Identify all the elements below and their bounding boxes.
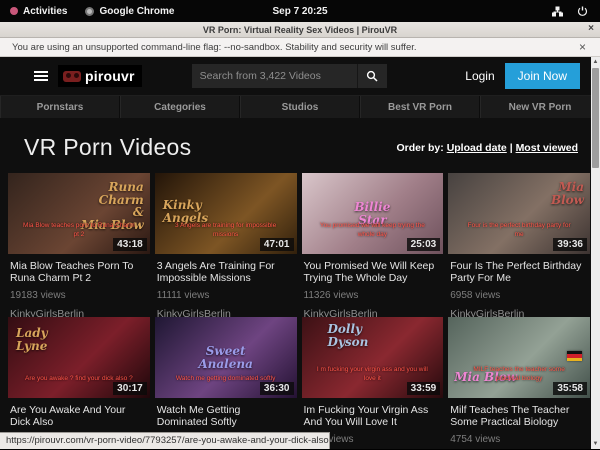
status-url-bubble: https://pirouvr.com/vr-porn-video/779325… <box>0 432 330 449</box>
site-logo[interactable]: pirouvr <box>58 65 142 87</box>
video-card: Lady Lyne Are you awake ? find your dick… <box>8 317 150 449</box>
video-title-link[interactable]: Milf Teaches The Teacher Some Practical … <box>450 404 586 429</box>
search-bar <box>192 64 387 88</box>
join-now-button[interactable]: Join Now <box>505 63 580 89</box>
duration-badge: 47:01 <box>260 238 294 251</box>
thumbnail-overlay-name: Mia Blow <box>551 181 584 206</box>
thumbnail-caption: MILF teaches the teacher some practical … <box>448 366 590 383</box>
nav-item-best-vr-porn[interactable]: Best VR Porn <box>360 96 480 118</box>
thumbnail-caption: 3 Angels are training for impossible mis… <box>155 222 297 239</box>
duration-badge: 25:03 <box>407 238 441 251</box>
login-link[interactable]: Login <box>465 69 494 83</box>
vr-goggles-icon <box>63 71 81 82</box>
nav-item-new-vr-porn[interactable]: New VR Porn <box>480 96 600 118</box>
thumbnail-caption: You promised we will keep trying the who… <box>302 222 444 239</box>
video-views: 4754 views <box>450 434 586 445</box>
video-thumbnail[interactable]: Billie Star You promised we will keep tr… <box>302 173 444 254</box>
thumbnail-overlay-name: Sweet Analena <box>155 345 297 370</box>
video-title-link[interactable]: Watch Me Getting Dominated Softly <box>157 404 293 429</box>
video-thumbnail[interactable]: Runa Charm & Mia Blow Mia Blow teaches p… <box>8 173 150 254</box>
scroll-down-icon[interactable]: ▼ <box>593 439 599 449</box>
order-by: Order by: Upload date | Most viewed <box>397 142 579 154</box>
site-logo-text: pirouvr <box>85 68 135 84</box>
window-close-icon[interactable]: × <box>588 23 594 34</box>
duration-badge: 35:58 <box>553 382 587 395</box>
thumbnail-caption: Mia Blow teaches porn to Runa Charm pt 2 <box>8 222 150 239</box>
video-card: Billie Star You promised we will keep tr… <box>302 173 444 317</box>
activities-icon <box>10 7 18 15</box>
activities-label: Activities <box>23 6 67 17</box>
video-card: Mia Blow Four is the perfect birthday pa… <box>448 173 590 317</box>
nav-item-studios[interactable]: Studios <box>240 96 360 118</box>
clock[interactable]: Sep 7 20:25 <box>200 6 400 17</box>
activities-button[interactable]: Activities <box>10 6 67 17</box>
search-input[interactable] <box>192 64 357 88</box>
warning-infobar: You are using an unsupported command-lin… <box>0 38 600 57</box>
window-title: VR Porn: Virtual Reality Sex Videos | Pi… <box>0 25 600 35</box>
video-views: 19183 views <box>10 290 146 301</box>
main-nav: Pornstars Categories Studios Best VR Por… <box>0 95 600 118</box>
video-thumbnail[interactable]: Dolly Dyson I m fucking your virgin ass … <box>302 317 444 398</box>
page-title: VR Porn Videos <box>24 134 191 161</box>
power-icon[interactable] <box>577 6 588 17</box>
video-thumbnail[interactable]: Mia Blow MILF teaches the teacher some p… <box>448 317 590 398</box>
video-thumbnail[interactable]: Mia Blow Four is the perfect birthday pa… <box>448 173 590 254</box>
thumbnail-overlay-name: Kinky Angels <box>163 199 208 224</box>
chrome-icon <box>85 7 94 16</box>
video-title-link[interactable]: Four Is The Perfect Birthday Party For M… <box>450 260 586 285</box>
video-card: Mia Blow MILF teaches the teacher some p… <box>448 317 590 449</box>
site-header: pirouvr Login Join Now <box>0 57 600 95</box>
thumbnail-overlay-name: Lady Lyne <box>16 327 48 352</box>
page-scrollbar[interactable]: ▲ ▼ <box>591 57 600 449</box>
order-upload-date-link[interactable]: Upload date <box>447 142 507 154</box>
video-views: 11111 views <box>157 290 293 301</box>
system-top-bar: Activities Google Chrome Sep 7 20:25 <box>0 0 600 22</box>
scrollbar-thumb[interactable] <box>592 68 599 168</box>
video-card: Kinky Angels 3 Angels are training for i… <box>155 173 297 317</box>
warning-close-icon[interactable]: × <box>579 40 586 54</box>
video-title-link[interactable]: Im Fucking Your Virgin Ass And You Will … <box>304 404 440 429</box>
duration-badge: 36:30 <box>260 382 294 395</box>
video-grid: Runa Charm & Mia Blow Mia Blow teaches p… <box>0 173 600 449</box>
video-views: 6958 views <box>450 290 586 301</box>
search-icon <box>366 70 378 82</box>
nav-item-pornstars[interactable]: Pornstars <box>0 96 120 118</box>
page-heading-row: VR Porn Videos Order by: Upload date | M… <box>0 118 600 173</box>
screen: Activities Google Chrome Sep 7 20:25 VR … <box>0 0 600 450</box>
order-most-viewed-link[interactable]: Most viewed <box>516 142 578 154</box>
window-titlebar: VR Porn: Virtual Reality Sex Videos | Pi… <box>0 22 600 38</box>
page-viewport: pirouvr Login Join Now Pornstars Categor… <box>0 57 600 449</box>
video-title-link[interactable]: Mia Blow Teaches Porn To Runa Charm Pt 2 <box>10 260 146 285</box>
duration-badge: 30:17 <box>113 382 147 395</box>
video-card: Runa Charm & Mia Blow Mia Blow teaches p… <box>8 173 150 317</box>
nav-item-categories[interactable]: Categories <box>120 96 240 118</box>
thumbnail-caption: Four is the perfect birthday party for m… <box>448 222 590 239</box>
thumbnail-caption: I m fucking your virgin ass and you will… <box>302 366 444 383</box>
order-by-label: Order by: <box>397 142 444 154</box>
active-app-menu[interactable]: Google Chrome <box>85 6 174 17</box>
video-title-link[interactable]: 3 Angels Are Training For Impossible Mis… <box>157 260 293 285</box>
german-flag-icon <box>567 351 582 361</box>
search-button[interactable] <box>357 64 387 88</box>
video-card: Sweet Analena Watch me getting dominated… <box>155 317 297 449</box>
video-thumbnail[interactable]: Lady Lyne Are you awake ? find your dick… <box>8 317 150 398</box>
active-app-label: Google Chrome <box>99 6 174 17</box>
scroll-up-icon[interactable]: ▲ <box>593 57 599 67</box>
video-card: Dolly Dyson I m fucking your virgin ass … <box>302 317 444 449</box>
hamburger-menu-icon[interactable] <box>34 71 48 81</box>
duration-badge: 33:59 <box>407 382 441 395</box>
duration-badge: 43:18 <box>113 238 147 251</box>
warning-message: You are using an unsupported command-lin… <box>12 42 579 53</box>
video-thumbnail[interactable]: Kinky Angels 3 Angels are training for i… <box>155 173 297 254</box>
thumbnail-overlay-name: Dolly Dyson <box>328 323 369 348</box>
video-title-link[interactable]: You Promised We Will Keep Trying The Who… <box>304 260 440 285</box>
duration-badge: 39:36 <box>553 238 587 251</box>
network-icon[interactable] <box>552 6 563 17</box>
video-views: 11326 views <box>304 290 440 301</box>
video-thumbnail[interactable]: Sweet Analena Watch me getting dominated… <box>155 317 297 398</box>
video-title-link[interactable]: Are You Awake And Your Dick Also <box>10 404 146 429</box>
